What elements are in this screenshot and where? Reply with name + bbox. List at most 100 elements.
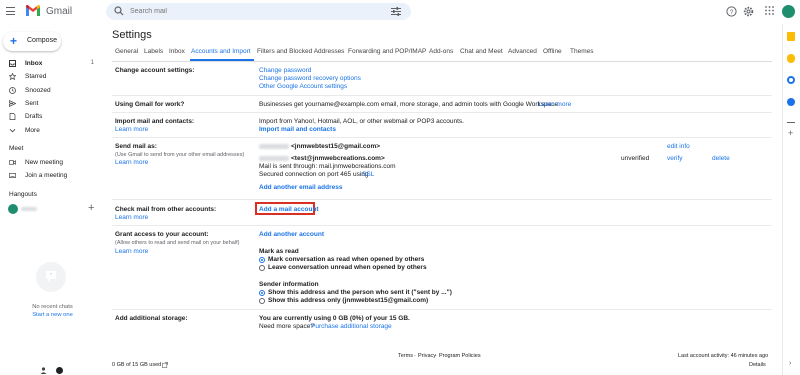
other-account-settings-link[interactable]: Other Google Account settings bbox=[259, 83, 347, 90]
add-another-account-link[interactable]: Add another account bbox=[259, 231, 324, 238]
verify-link[interactable]: verify bbox=[667, 155, 683, 162]
inbox-icon bbox=[9, 60, 16, 67]
search-bar[interactable] bbox=[106, 3, 411, 20]
tabs-divider bbox=[112, 61, 772, 62]
check-mail-learn-more[interactable]: Learn more bbox=[115, 214, 148, 221]
send-mail-as-label: Send mail as: bbox=[115, 143, 157, 150]
leave-unread-option: Leave conversation unread when opened by… bbox=[268, 264, 427, 271]
sender-name-2 bbox=[259, 156, 289, 161]
leave-unread-radio[interactable] bbox=[259, 265, 265, 271]
chevron-right-icon[interactable]: › bbox=[789, 360, 791, 367]
edit-info-link[interactable]: edit info bbox=[667, 143, 690, 150]
no-recent-chats: No recent chats bbox=[32, 304, 73, 310]
hangouts-avatar[interactable] bbox=[8, 204, 18, 214]
show-address-only-radio[interactable] bbox=[259, 298, 265, 304]
sidebar-item-join-meeting[interactable]: Join a meeting bbox=[0, 170, 100, 182]
add-hangout-icon[interactable]: + bbox=[88, 202, 94, 214]
tab-forwarding[interactable]: Forwarding and POP/IMAP bbox=[348, 48, 426, 55]
mark-read-option: Mark conversation as read when opened by… bbox=[268, 256, 425, 263]
mark-read-radio[interactable] bbox=[259, 257, 265, 263]
grant-access-learn-more[interactable]: Learn more bbox=[115, 248, 148, 255]
top-bar: Gmail ? bbox=[0, 0, 800, 24]
change-recovery-link[interactable]: Change password recovery options bbox=[259, 75, 361, 82]
compose-button[interactable]: + Compose bbox=[3, 32, 61, 51]
change-password-link[interactable]: Change password bbox=[259, 67, 311, 74]
tab-filters[interactable]: Filters and Blocked Addresses bbox=[257, 48, 344, 55]
sidebar-item-snoozed[interactable]: Snoozed bbox=[0, 85, 100, 97]
add-addon-icon[interactable]: + bbox=[788, 128, 793, 138]
send-mail-as-learn-more[interactable]: Learn more bbox=[115, 159, 148, 166]
tab-themes[interactable]: Themes bbox=[570, 48, 593, 55]
send-mail-as-subtext: (Use Gmail to send from your other email… bbox=[115, 152, 245, 158]
show-sender-radio[interactable] bbox=[259, 290, 265, 296]
video-icon bbox=[9, 160, 16, 165]
storage-usage-text: You are currently using 0 GB (0%) of you… bbox=[259, 315, 410, 322]
keep-icon[interactable] bbox=[787, 54, 795, 63]
sidebar-item-new-meeting[interactable]: New meeting bbox=[0, 157, 100, 169]
search-options-icon[interactable] bbox=[391, 7, 401, 16]
footer-separator-1: · bbox=[414, 353, 416, 359]
sidebar-item-starred[interactable]: Starred bbox=[0, 71, 100, 83]
show-sender-option: Show this address and the person who sen… bbox=[268, 289, 452, 296]
sidebar-item-label: Sent bbox=[25, 100, 39, 107]
tab-accounts-and-import[interactable]: Accounts and Import bbox=[191, 48, 251, 55]
delete-link[interactable]: delete bbox=[712, 155, 730, 162]
search-input[interactable] bbox=[130, 5, 380, 18]
add-another-email-link[interactable]: Add another email address bbox=[259, 184, 342, 191]
tab-general[interactable]: General bbox=[115, 48, 138, 55]
main-menu-icon[interactable] bbox=[6, 7, 15, 15]
sidebar-item-label: More bbox=[25, 127, 40, 134]
sidebar-item-more[interactable]: More bbox=[0, 125, 100, 137]
apps-grid-icon[interactable] bbox=[765, 6, 774, 15]
calendar-icon[interactable] bbox=[787, 32, 795, 41]
sidebar-item-drafts[interactable]: Drafts bbox=[0, 111, 100, 123]
svg-text:?: ? bbox=[730, 9, 734, 16]
row-divider bbox=[112, 95, 772, 96]
tab-inbox[interactable]: Inbox bbox=[169, 48, 185, 55]
unverified-status: unverified bbox=[621, 155, 650, 162]
details-link[interactable]: Details bbox=[749, 362, 766, 368]
hangouts-status-icon[interactable] bbox=[56, 367, 63, 374]
hangouts-section-title: Hangouts bbox=[9, 191, 37, 198]
side-panel: + › bbox=[782, 24, 800, 375]
sidebar-item-sent[interactable]: Sent bbox=[0, 98, 100, 110]
send-as-address-1: <jnmwebtest15@gmail.com> bbox=[291, 143, 381, 150]
storage-used-footer: 0 GB of 15 GB used bbox=[112, 362, 162, 368]
secured-connection-text: Secured connection on port 465 using bbox=[259, 171, 369, 178]
tab-advanced[interactable]: Advanced bbox=[508, 48, 537, 55]
search-icon[interactable] bbox=[114, 6, 124, 16]
terms-link[interactable]: Terms bbox=[398, 353, 413, 359]
footer-separator-2: · bbox=[435, 353, 437, 359]
contacts-icon[interactable] bbox=[787, 98, 795, 106]
sidebar-item-label: Drafts bbox=[25, 113, 43, 120]
sidebar-item-inbox[interactable]: Inbox 1 bbox=[0, 58, 100, 70]
open-in-new-icon[interactable] bbox=[162, 362, 168, 368]
inbox-count: 1 bbox=[90, 60, 94, 66]
purchase-storage-link[interactable]: Purchase additional storage bbox=[311, 323, 392, 330]
gear-icon[interactable] bbox=[743, 6, 754, 17]
row-divider bbox=[112, 309, 772, 310]
change-account-label: Change account settings: bbox=[115, 67, 195, 74]
ssl-link[interactable]: SSL bbox=[362, 171, 374, 178]
start-new-chat-link[interactable]: Start a new one bbox=[0, 312, 105, 318]
tab-add-ons[interactable]: Add-ons bbox=[429, 48, 453, 55]
gmail-for-work-label: Using Gmail for work? bbox=[115, 101, 185, 108]
keyboard-icon bbox=[9, 173, 16, 178]
import-mail-contacts-link[interactable]: Import mail and contacts bbox=[259, 126, 336, 133]
gmail-for-work-learn-more[interactable]: Learn more bbox=[538, 101, 571, 108]
tasks-icon[interactable] bbox=[787, 76, 795, 84]
add-mail-account-link[interactable]: Add a mail account bbox=[259, 206, 319, 213]
tab-chat-and-meet[interactable]: Chat and Meet bbox=[460, 48, 503, 55]
row-divider bbox=[112, 137, 772, 138]
avatar[interactable] bbox=[782, 5, 795, 18]
gmail-logo[interactable] bbox=[26, 5, 40, 16]
sidebar-item-label: Snoozed bbox=[25, 87, 51, 94]
help-icon[interactable]: ? bbox=[726, 6, 737, 17]
privacy-link[interactable]: Privacy bbox=[418, 353, 436, 359]
program-policies-link[interactable]: Program Policies bbox=[439, 353, 481, 359]
person-icon[interactable] bbox=[40, 367, 47, 374]
meet-section-title: Meet bbox=[9, 145, 24, 152]
tab-labels[interactable]: Labels bbox=[144, 48, 163, 55]
import-learn-more[interactable]: Learn more bbox=[115, 126, 148, 133]
tab-offline[interactable]: Offline bbox=[543, 48, 562, 55]
